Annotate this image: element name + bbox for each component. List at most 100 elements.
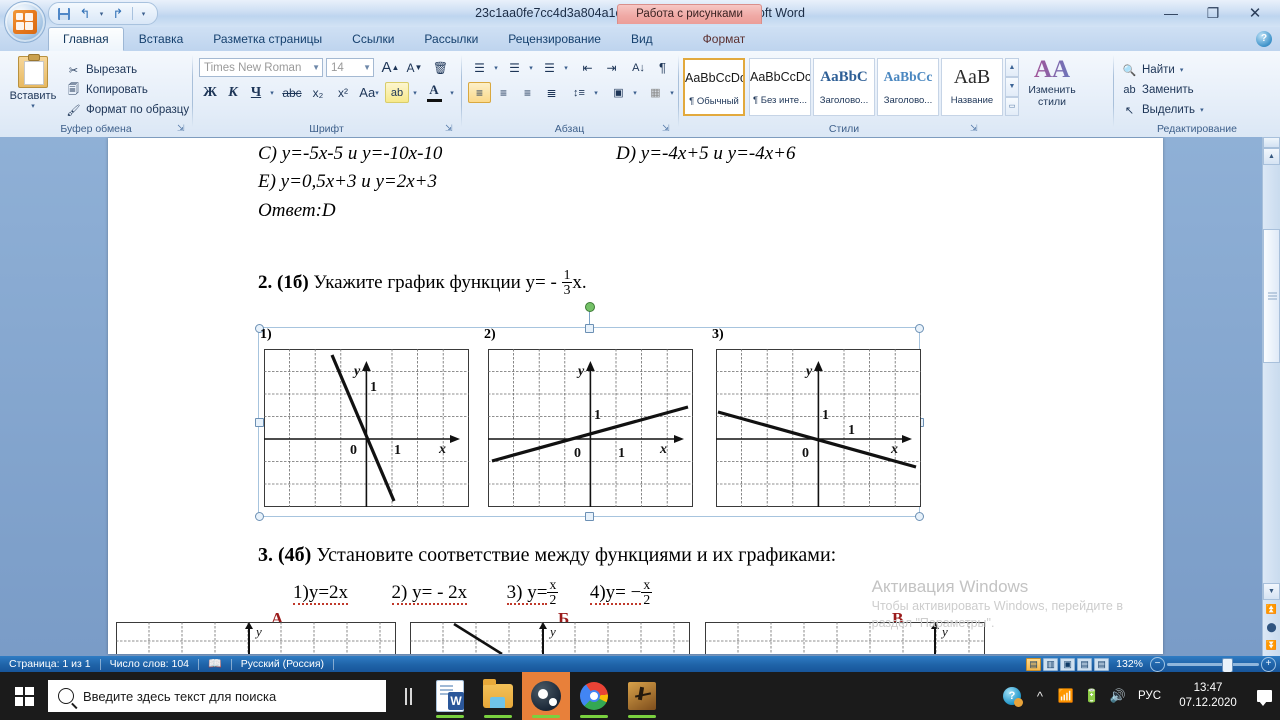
- paragraph-dialog-launcher[interactable]: ⇲: [662, 123, 673, 134]
- bold-button[interactable]: Ж: [199, 82, 221, 103]
- resize-handle-ne[interactable]: [915, 324, 924, 333]
- chrome-taskbar-icon[interactable]: [570, 672, 618, 720]
- strikethrough-button[interactable]: abc: [279, 82, 305, 103]
- rotate-handle[interactable]: [585, 302, 595, 312]
- font-size-combo[interactable]: 14 ▼: [326, 58, 374, 77]
- view-full-screen-reading-button[interactable]: ▥: [1043, 657, 1059, 671]
- clear-formatting-button[interactable]: 🗑: [429, 57, 452, 78]
- font-dialog-launcher[interactable]: ⇲: [445, 123, 456, 134]
- highlight-dropdown[interactable]: ▾: [410, 82, 420, 103]
- language-indicator[interactable]: Русский (Россия): [232, 656, 333, 672]
- font-color-button[interactable]: A: [422, 80, 446, 103]
- zoom-slider[interactable]: [1167, 657, 1259, 673]
- zoom-out-button[interactable]: −: [1150, 656, 1165, 672]
- show-hidden-icons-button[interactable]: ^: [1027, 672, 1053, 720]
- subscript-button[interactable]: x₂: [306, 82, 330, 103]
- language-indicator[interactable]: РУС: [1131, 690, 1168, 702]
- grow-font-button[interactable]: A ▲: [379, 57, 402, 78]
- next-object-button[interactable]: ⏬: [1263, 637, 1280, 654]
- redo-button[interactable]: ↱: [109, 5, 127, 22]
- battery-icon[interactable]: 🔋: [1079, 672, 1105, 720]
- undo-dropdown[interactable]: ▾: [97, 5, 106, 22]
- change-case-button[interactable]: Aa ▾: [356, 82, 382, 103]
- resize-handle-sw[interactable]: [255, 512, 264, 521]
- maximize-button[interactable]: ❐: [1192, 0, 1234, 26]
- gallery-more-button[interactable]: ▭: [1005, 96, 1019, 116]
- multilevel-dropdown[interactable]: ▾: [561, 57, 571, 78]
- view-print-layout-button[interactable]: ▤: [1026, 657, 1042, 671]
- close-button[interactable]: ✕: [1234, 0, 1276, 26]
- vertical-scrollbar[interactable]: ▲ ▼ ⏫ ⬤ ⏬: [1262, 137, 1280, 656]
- borders-button[interactable]: ▦: [644, 82, 667, 103]
- align-center-button[interactable]: ≡: [492, 82, 515, 103]
- gallery-scroll-down-button[interactable]: ▼: [1005, 77, 1019, 97]
- borders-dropdown[interactable]: ▾: [667, 82, 677, 103]
- clipboard-dialog-launcher[interactable]: ⇲: [177, 123, 188, 134]
- help-icon[interactable]: ?: [1256, 31, 1272, 47]
- superscript-button[interactable]: x²: [331, 82, 355, 103]
- shrink-font-button[interactable]: A ▼: [403, 57, 426, 78]
- bullets-button[interactable]: ☰: [468, 57, 491, 78]
- tab-insert[interactable]: Вставка: [124, 27, 199, 51]
- tab-page-layout[interactable]: Разметка страницы: [198, 27, 337, 51]
- view-outline-button[interactable]: ▤: [1077, 657, 1093, 671]
- tab-format[interactable]: Формат: [688, 27, 761, 51]
- save-button[interactable]: [55, 5, 73, 22]
- resize-handle-w[interactable]: [255, 418, 264, 427]
- shading-dropdown[interactable]: ▾: [630, 82, 640, 103]
- document-page[interactable]: C) y=-5x-5 и y=-10x-10 D) y=-4x+5 и y=-4…: [108, 138, 1163, 654]
- action-center-button[interactable]: [1248, 672, 1280, 720]
- select-browse-object-button[interactable]: ⬤: [1263, 619, 1280, 636]
- numbering-button[interactable]: ☰: [503, 57, 526, 78]
- view-draft-button[interactable]: ▤: [1094, 657, 1110, 671]
- tab-mailings[interactable]: Рассылки: [409, 27, 493, 51]
- style-card-heading-1[interactable]: AaBbC Заголово...: [813, 58, 875, 116]
- zoom-level[interactable]: 132%: [1111, 658, 1148, 670]
- wifi-icon[interactable]: 📶: [1053, 672, 1079, 720]
- select-button[interactable]: ↖ Выделить ▾: [1122, 100, 1204, 120]
- underline-button[interactable]: Ч: [245, 82, 267, 103]
- tab-review[interactable]: Рецензирование: [493, 27, 616, 51]
- office-button[interactable]: [4, 1, 46, 43]
- undo-button[interactable]: ↰: [76, 5, 94, 22]
- zoom-in-button[interactable]: +: [1261, 656, 1276, 672]
- bullets-dropdown[interactable]: ▾: [491, 57, 501, 78]
- change-styles-button[interactable]: AA Изменить стили: [1024, 56, 1080, 108]
- scrollbar-thumb[interactable]: [1263, 229, 1280, 363]
- style-card-no-spacing[interactable]: AaBbCcDc ¶ Без инте...: [749, 58, 811, 116]
- word-taskbar-icon[interactable]: [426, 672, 474, 720]
- tab-references[interactable]: Ссылки: [337, 27, 409, 51]
- highlight-button[interactable]: ab: [385, 82, 409, 103]
- paste-button[interactable]: Вставить ▾: [8, 54, 58, 110]
- numbering-dropdown[interactable]: ▾: [526, 57, 536, 78]
- page-indicator[interactable]: Страница: 1 из 1: [0, 656, 100, 672]
- gallery-scroll-up-button[interactable]: ▲: [1005, 58, 1019, 78]
- increase-indent-button[interactable]: ⇥: [600, 57, 623, 78]
- start-button[interactable]: [0, 672, 48, 720]
- align-right-button[interactable]: ≡: [516, 82, 539, 103]
- cut-button[interactable]: ✂ Вырезать: [66, 60, 189, 80]
- align-left-button[interactable]: ≡: [468, 82, 491, 103]
- taskbar-search-box[interactable]: Введите здесь текст для поиска: [48, 680, 386, 712]
- justify-button[interactable]: ≣: [540, 82, 563, 103]
- style-card-heading-2[interactable]: AaBbCc Заголово...: [877, 58, 939, 116]
- clock[interactable]: 13:47 07.12.2020: [1168, 672, 1248, 720]
- view-web-layout-button[interactable]: ▣: [1060, 657, 1076, 671]
- scroll-up-button[interactable]: ▲: [1263, 148, 1280, 165]
- task-view-button[interactable]: [386, 672, 426, 720]
- shading-button[interactable]: ▣: [607, 82, 630, 103]
- scroll-down-button[interactable]: ▼: [1263, 583, 1280, 600]
- format-painter-button[interactable]: 🖌 Формат по образцу: [66, 100, 190, 120]
- style-card-normal[interactable]: AaBbCcDc ¶ Обычный: [683, 58, 745, 116]
- counter-strike-taskbar-icon[interactable]: [618, 672, 666, 720]
- styles-dialog-launcher[interactable]: ⇲: [970, 123, 981, 134]
- resize-handle-n[interactable]: [585, 324, 594, 333]
- style-card-title[interactable]: АаВ Название: [941, 58, 1003, 116]
- sort-button[interactable]: А↓: [627, 57, 650, 78]
- copy-button[interactable]: 🗐 Копировать: [66, 80, 189, 100]
- steam-taskbar-icon[interactable]: [522, 672, 570, 720]
- tab-home[interactable]: Главная: [48, 27, 124, 51]
- proofing-status[interactable]: 📖: [199, 656, 231, 672]
- previous-object-button[interactable]: ⏫: [1263, 601, 1280, 618]
- multilevel-list-button[interactable]: ☰: [538, 57, 561, 78]
